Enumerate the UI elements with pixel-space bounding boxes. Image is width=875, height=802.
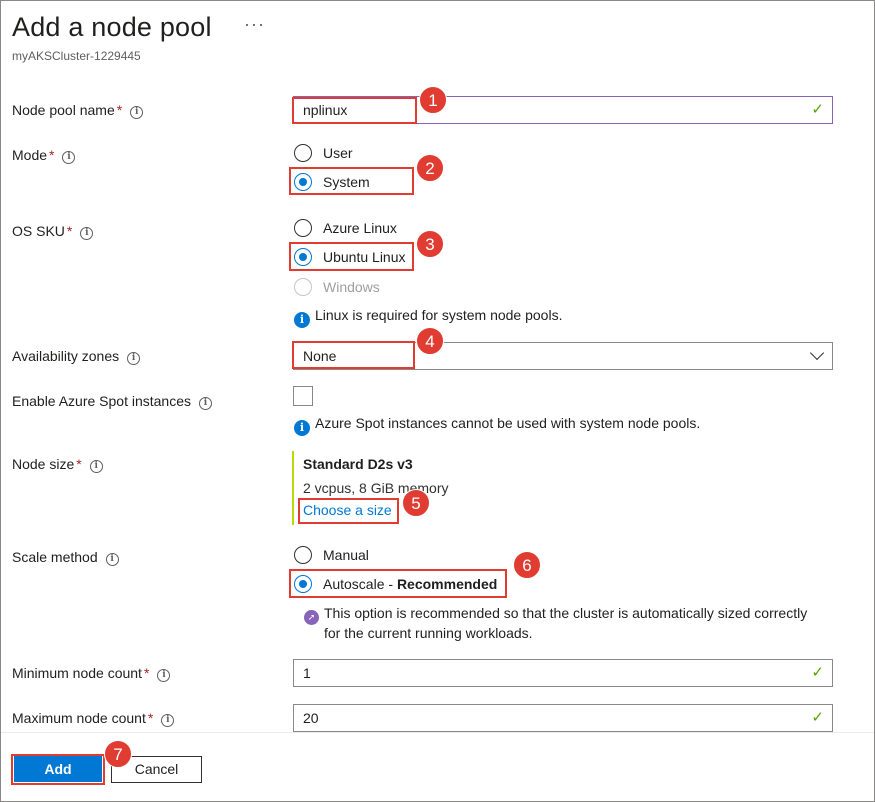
required-marker: * [66,223,73,239]
mode-option-user[interactable]: User [294,144,353,162]
info-icon[interactable]: i [157,669,171,682]
callout-box-7 [11,754,105,785]
scale-note-line2: for the current running workloads. [324,625,533,641]
scale-option-manual[interactable]: Manual [294,546,369,564]
callout-box-4 [292,341,415,369]
required-marker: * [147,710,154,726]
info-icon[interactable]: i [127,352,141,365]
callout-box-5 [298,498,399,524]
os-sku-option-azure-linux[interactable]: Azure Linux [294,219,397,237]
min-node-count-input[interactable]: 1 ✓ [293,659,833,687]
availability-zones-label: Availability zones i [12,348,141,365]
info-icon[interactable]: i [161,714,175,727]
callout-box-1 [292,97,417,124]
callout-badge-3: 3 [416,230,444,258]
checkmark-icon: ✓ [811,101,824,118]
callout-badge-2: 2 [416,154,444,182]
callout-box-3 [289,242,414,271]
max-node-count-input[interactable]: 20 ✓ [293,704,833,732]
required-marker: * [49,147,55,163]
info-icon[interactable]: i [105,553,119,566]
min-node-count-value: 1 [303,665,311,681]
os-sku-label: OS SKU * i [12,223,94,240]
callout-badge-5: 5 [402,489,430,517]
more-options-icon[interactable]: ··· [244,14,265,35]
node-size-label: Node size * i [12,456,103,473]
info-icon[interactable]: i [62,151,76,164]
spot-info-note: i Azure Spot instances cannot be used wit… [294,415,700,436]
radio-icon[interactable] [294,144,312,162]
spot-label: Enable Azure Spot instances i [12,393,213,410]
radio-disabled-icon [294,278,312,296]
cluster-name: myAKSCluster-1229445 [12,49,141,63]
min-node-count-label: Minimum node count * i [12,665,171,682]
footer-divider [1,732,874,733]
rocket-icon: ➚ [304,610,319,625]
scale-method-label: Scale method i [12,549,119,566]
page-title: Add a node pool [12,12,212,42]
callout-badge-1: 1 [419,86,447,114]
required-marker: * [143,665,150,681]
max-node-count-value: 20 [303,710,319,726]
required-marker: * [76,456,82,472]
callout-badge-6: 6 [513,551,541,579]
os-sku-option-windows: Windows [294,278,380,296]
required-marker: * [116,102,123,118]
info-icon[interactable]: i [130,106,144,119]
spot-checkbox[interactable] [293,386,313,406]
info-icon: i [294,420,310,436]
callout-box-6 [289,569,507,598]
callout-badge-4: 4 [416,327,444,355]
info-icon[interactable]: i [199,397,213,410]
mode-label: Mode * i [12,147,76,164]
os-sku-info-note: i Linux is required for system node pools… [294,307,562,328]
node-size-name: Standard D2s v3 [303,456,413,472]
info-icon: i [294,312,310,328]
scale-note-line1: ➚ This option is recommended so that the … [304,605,807,625]
radio-icon[interactable] [294,219,312,237]
checkmark-icon: ✓ [811,664,824,681]
info-icon[interactable]: i [80,227,94,240]
radio-icon[interactable] [294,546,312,564]
node-size-accent-bar [292,451,294,525]
node-pool-name-label: Node pool name * i [12,102,144,119]
callout-badge-7: 7 [104,740,132,768]
callout-box-2 [289,167,414,195]
max-node-count-label: Maximum node count * i [12,710,175,727]
chevron-down-icon [809,345,825,361]
info-icon[interactable]: i [89,460,103,473]
checkmark-icon: ✓ [811,709,824,726]
